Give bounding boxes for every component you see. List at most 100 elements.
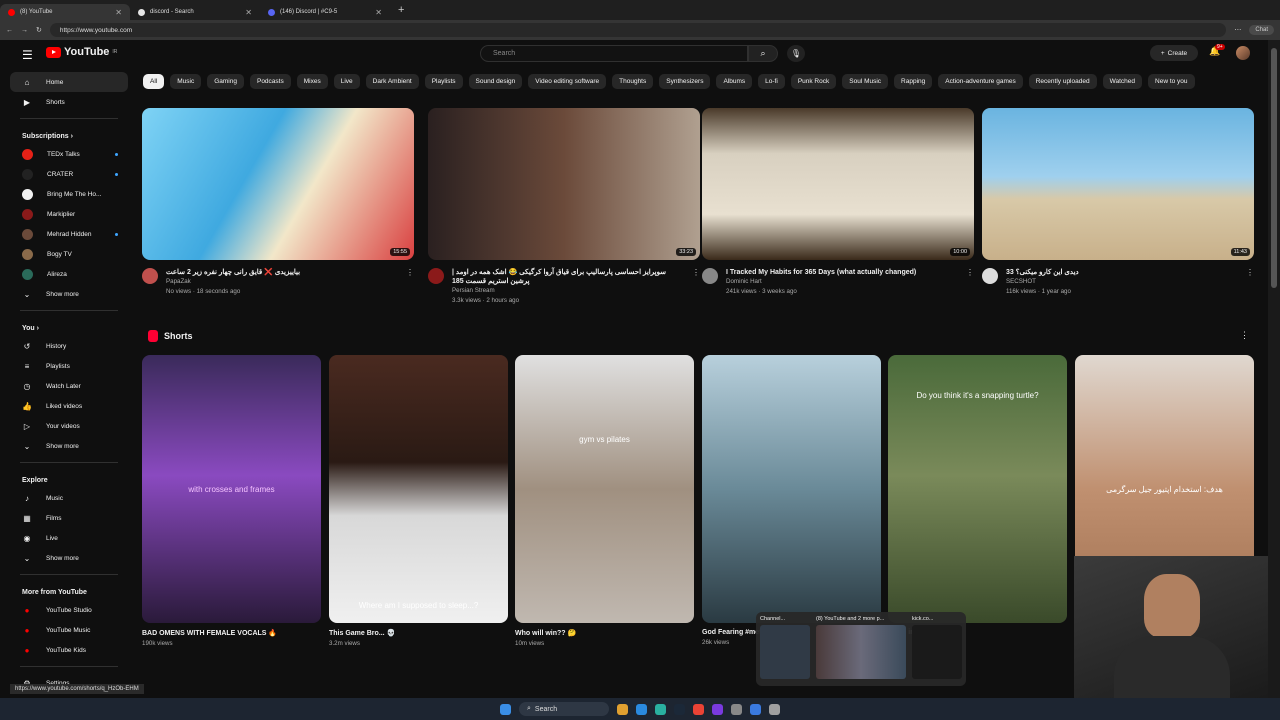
filter-chip[interactable]: Punk Rock [790,74,837,89]
settings-app-icon[interactable] [731,703,742,715]
channel-name[interactable]: SECSHOT [1006,277,1238,287]
reload-icon[interactable]: ↻ [36,26,42,34]
short-title[interactable]: This Game Bro... 💀 [329,629,508,637]
more-options-icon[interactable]: ⋮ [1246,268,1254,297]
filter-chip[interactable]: Albums [716,74,753,89]
scrollbar-thumb[interactable] [1271,48,1277,288]
short-card[interactable]: Do you think it's a snapping turtle?...a… [888,355,1067,636]
sidebar-item-youtube-studio[interactable]: ● YouTube Studio [10,600,128,620]
channel-avatar[interactable] [702,268,718,284]
menu-icon[interactable]: ☰ [22,48,33,62]
filter-chip[interactable]: Thoughts [612,74,654,89]
filter-chip[interactable]: Video editing software [528,74,607,89]
show-more-subscriptions[interactable]: ⌄ Show more [10,284,128,304]
filter-chip[interactable]: Music [170,74,202,89]
video-card[interactable]: 33:23 سوپرایز احساسی پارسالیپ برای قیاق آ… [428,108,700,306]
more-options-icon[interactable]: ⋮ [966,268,974,297]
filter-chip[interactable]: Podcasts [249,74,291,89]
sidebar-item-subscription[interactable]: Mehrad Hidden [10,224,128,244]
channel-name[interactable]: Persian Stream [452,286,684,296]
filter-chip[interactable]: Sound design [468,74,523,89]
filter-chip[interactable]: New to you [1148,74,1195,89]
filter-chip[interactable]: Dark Ambient [365,74,419,89]
url-field[interactable]: https://www.youtube.com [49,23,1227,37]
preview-window[interactable]: (8) YouTube and 2 more p... [816,616,906,682]
tab-discord-search[interactable]: discord - Search ✕ [130,4,260,20]
filter-chip[interactable]: Mixes [296,74,328,89]
sidebar-item-shorts[interactable]: ▶ Shorts [10,92,128,112]
filter-chip[interactable]: Gaming [207,74,244,89]
channel-avatar[interactable] [428,268,444,284]
preview-window[interactable]: kick.co... [912,616,962,682]
vscode-icon[interactable] [655,703,666,715]
more-options-icon[interactable]: ⋮ [406,268,414,297]
file-explorer-icon[interactable] [617,703,628,715]
short-card[interactable]: God Fearing #metal #metal 26k views [702,355,881,646]
short-title[interactable]: Who will win?? 🤔 [515,629,694,637]
video-card[interactable]: 15:55 بیاییزیدی ❌ قایق رانی چهار نفره زیر… [142,108,414,297]
chat-button[interactable]: Chat [1249,25,1274,35]
show-more-explore[interactable]: ⌄ Show more [10,548,128,568]
youtube-logo[interactable]: YouTube IR [46,46,117,58]
sidebar-item-subscription[interactable]: Markiplier [10,204,128,224]
filter-chip[interactable]: Action-adventure games [938,74,1023,89]
back-icon[interactable]: ← [6,27,13,34]
video-title[interactable]: بیاییزیدی ❌ قایق رانی چهار نفره زیر 2 سا… [166,268,398,277]
video-thumbnail[interactable]: 15:55 [142,108,414,260]
video-thumbnail[interactable]: 11:43 [982,108,1254,260]
sidebar-item-subscription[interactable]: Bogy TV [10,244,128,264]
filter-chip[interactable]: Synthesizers [659,74,711,89]
short-thumbnail[interactable]: with crosses and frames [142,355,321,623]
video-title[interactable]: دیدی این کارو میکنی؟ 33 [1006,268,1238,277]
close-icon[interactable]: ✕ [375,8,382,17]
you-heading[interactable]: You › [10,317,128,336]
channel-name[interactable]: PapaZak [166,277,398,287]
sidebar-item-liked-videos[interactable]: 👍 Liked videos [10,396,128,416]
app-icon[interactable] [769,703,780,715]
filter-chip[interactable]: Lo-fi [758,74,785,89]
r-app-icon[interactable] [712,703,723,715]
short-card[interactable]: with crosses and frames BAD OMENS WITH FE… [142,355,321,647]
short-thumbnail[interactable]: Do you think it's a snapping turtle? [888,355,1067,623]
video-title[interactable]: سوپرایز احساسی پارسالیپ برای قیاق آروا ک… [452,268,684,286]
sidebar-item-subscription[interactable]: TEDx Talks [10,144,128,164]
subscriptions-heading[interactable]: Subscriptions › [10,125,128,144]
filter-chip[interactable]: Watched [1102,74,1143,89]
account-avatar[interactable] [1236,46,1250,60]
video-card[interactable]: 10:00 I Tracked My Habits for 365 Days (w… [702,108,974,297]
video-thumbnail[interactable]: 10:00 [702,108,974,260]
filter-chip[interactable]: Rapping [894,74,933,89]
edge-browser-icon[interactable] [636,703,647,715]
chrome-icon[interactable] [693,703,704,715]
more-options-icon[interactable]: ⋮ [1240,330,1249,341]
tab-discord[interactable]: (146) Discord | #C9-5 ✕ [260,4,390,20]
sidebar-item-live[interactable]: ◉ Live [10,528,128,548]
new-tab-icon[interactable]: + [398,4,404,16]
channel-avatar[interactable] [142,268,158,284]
video-title[interactable]: I Tracked My Habits for 365 Days (what a… [726,268,958,277]
scrollbar[interactable] [1268,40,1280,698]
search-input[interactable]: Search [480,45,748,62]
filter-chip[interactable]: Live [333,74,360,89]
extensions-icon[interactable]: ⋯ [1234,26,1241,34]
sidebar-item-home[interactable]: ⌂ Home [10,72,128,92]
taskbar-search[interactable]: ⌕ Search [519,702,609,716]
filter-chip[interactable]: Soul Music [842,74,889,89]
sidebar-item-youtube-music[interactable]: ● YouTube Music [10,620,128,640]
sidebar-item-your-videos[interactable]: ▷ Your videos [10,416,128,436]
forward-icon[interactable]: → [21,27,28,34]
filter-chip[interactable]: Recently uploaded [1028,74,1097,89]
close-icon[interactable]: ✕ [115,8,122,17]
sidebar-item-subscription[interactable]: Alireza [10,264,128,284]
channel-name[interactable]: Dominic Hart [726,277,958,287]
sidebar-item-watch-later[interactable]: ◷ Watch Later [10,376,128,396]
short-title[interactable]: BAD OMENS WITH FEMALE VOCALS 🔥 [142,629,321,637]
app-icon[interactable] [750,703,761,715]
more-options-icon[interactable]: ⋮ [692,268,700,306]
tab-youtube[interactable]: (8) YouTube ✕ [0,4,130,20]
sidebar-item-playlists[interactable]: ≡ Playlists [10,356,128,376]
video-thumbnail[interactable]: 33:23 [428,108,700,260]
show-more-you[interactable]: ⌄ Show more [10,436,128,456]
short-card[interactable]: gym vs pilates Who will win?? 🤔 10m views [515,355,694,647]
channel-avatar[interactable] [982,268,998,284]
